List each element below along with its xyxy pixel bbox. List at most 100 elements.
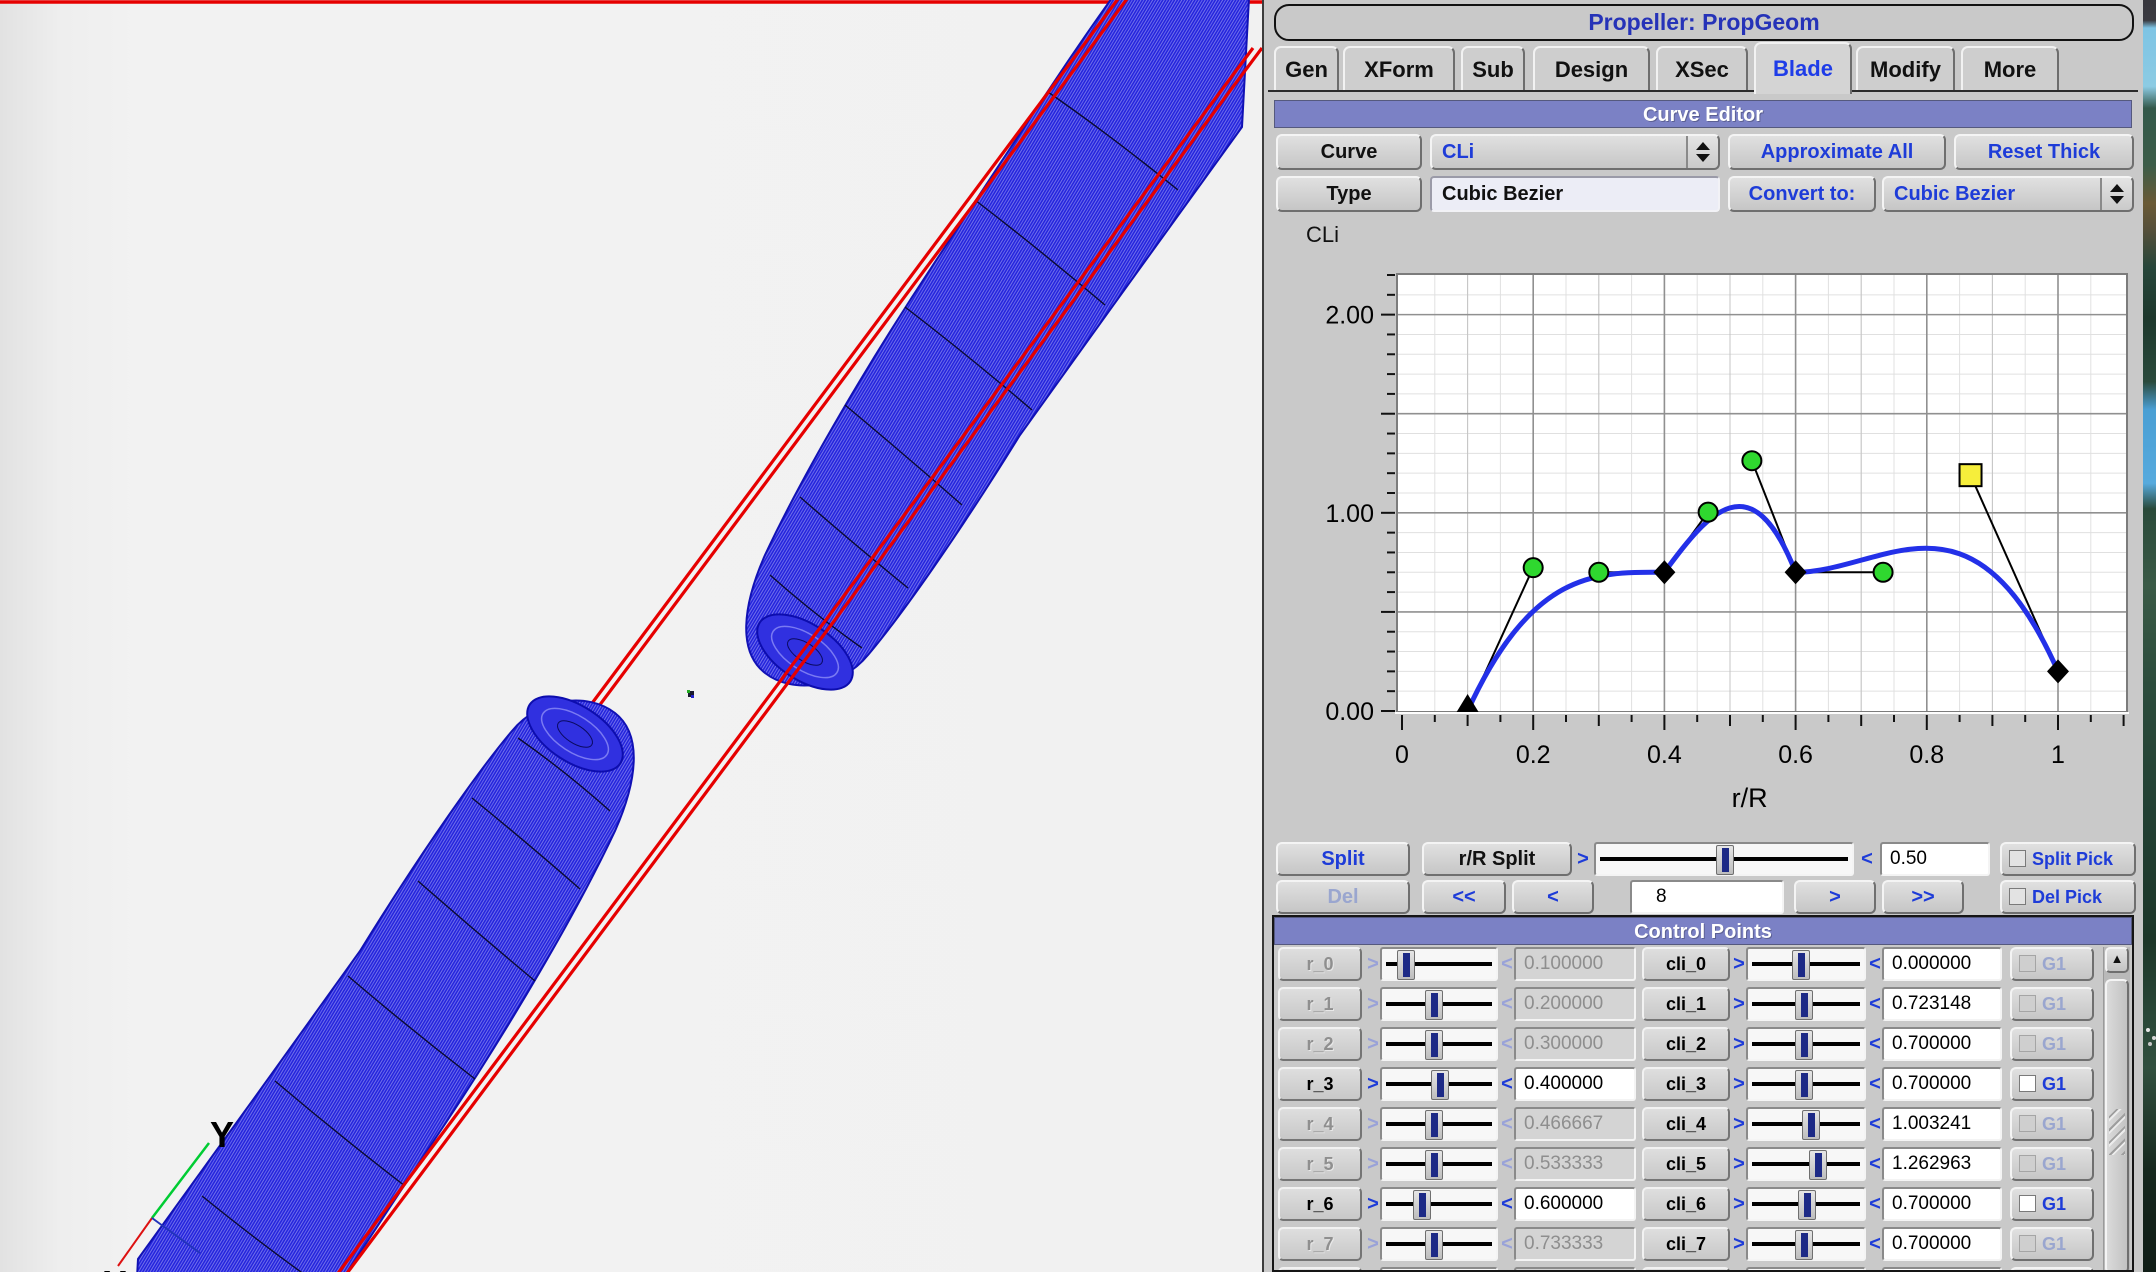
r-slider[interactable] — [1380, 1147, 1498, 1181]
slider-left-arrow-icon[interactable]: > — [1732, 1187, 1746, 1221]
curve-select-spinner[interactable] — [1686, 136, 1718, 168]
cli-value-field[interactable] — [1882, 1267, 2002, 1272]
r-slider[interactable] — [1380, 1187, 1498, 1221]
cli-label-button[interactable]: cli_6 — [1642, 1187, 1730, 1221]
r-slider-handle[interactable] — [1431, 1070, 1449, 1100]
first-point-button[interactable]: << — [1422, 880, 1506, 914]
cli-value-field[interactable]: 0.000000 — [1882, 947, 2002, 981]
r-label-button[interactable]: r_5 — [1278, 1147, 1362, 1181]
slider-right-arrow-icon[interactable]: < — [1500, 1067, 1514, 1101]
tab-xsec[interactable]: XSec — [1656, 46, 1748, 90]
control-point-circle[interactable] — [1742, 451, 1761, 470]
point-index-field[interactable]: 8 — [1630, 880, 1784, 914]
approximate-all-button[interactable]: Approximate All — [1728, 134, 1946, 170]
r-slider-handle[interactable] — [1425, 1030, 1443, 1060]
r-slider-handle[interactable] — [1425, 1150, 1443, 1180]
slider-right-arrow-icon[interactable]: < — [1868, 1107, 1882, 1141]
slider-left-arrow-icon[interactable]: > — [1732, 1227, 1746, 1261]
cli-value-field[interactable]: 1.262963 — [1882, 1147, 2002, 1181]
r-slider[interactable] — [1380, 1067, 1498, 1101]
tab-sub[interactable]: Sub — [1461, 46, 1525, 90]
cli-value-field[interactable]: 0.723148 — [1882, 987, 2002, 1021]
cli-label-button[interactable]: cli_0 — [1642, 947, 1730, 981]
control-points-scrollbar[interactable]: ▲ — [2103, 947, 2130, 1270]
cli-slider[interactable] — [1746, 1147, 1866, 1181]
r-slider[interactable] — [1380, 947, 1498, 981]
slider-left-arrow-icon[interactable]: > — [1732, 1027, 1746, 1061]
r-slider[interactable] — [1380, 987, 1498, 1021]
cli-value-field[interactable]: 0.700000 — [1882, 1187, 2002, 1221]
r-value-field[interactable]: 0.400000 — [1514, 1067, 1636, 1101]
r-slider[interactable] — [1380, 1107, 1498, 1141]
r-slider-handle[interactable] — [1397, 950, 1415, 980]
slider-right-arrow-icon[interactable]: < — [1868, 1027, 1882, 1061]
cli-value-field[interactable]: 0.700000 — [1882, 1067, 2002, 1101]
cli-label-button[interactable] — [1642, 1267, 1730, 1272]
r-label-button[interactable]: r_2 — [1278, 1027, 1362, 1061]
cli-slider-handle[interactable] — [1798, 1190, 1816, 1220]
checkbox-icon[interactable] — [2019, 1075, 2036, 1092]
cli-slider-handle[interactable] — [1802, 1110, 1820, 1140]
slider-left-arrow-icon[interactable]: > — [1732, 1107, 1746, 1141]
cli-slider[interactable] — [1746, 1107, 1866, 1141]
next-point-button[interactable]: > — [1794, 880, 1876, 914]
tab-modify[interactable]: Modify — [1856, 46, 1955, 90]
control-point-circle[interactable] — [1874, 563, 1893, 582]
split-button[interactable]: Split — [1276, 842, 1410, 876]
cli-slider-handle[interactable] — [1795, 1230, 1813, 1260]
slider-right-arrow-icon[interactable]: < — [1868, 1147, 1882, 1181]
curve-button[interactable]: Curve — [1276, 134, 1422, 170]
slider-left-arrow-icon[interactable]: > — [1732, 1147, 1746, 1181]
cli-label-button[interactable]: cli_1 — [1642, 987, 1730, 1021]
rr-split-slider-handle[interactable] — [1716, 845, 1734, 875]
r-label-button[interactable]: r_0 — [1278, 947, 1362, 981]
cli-value-field[interactable]: 0.700000 — [1882, 1227, 2002, 1261]
cli-slider[interactable] — [1746, 1227, 1866, 1261]
r-slider-handle[interactable] — [1413, 1190, 1431, 1220]
cli-slider[interactable] — [1746, 947, 1866, 981]
slider-left-arrow-icon[interactable]: > — [1576, 842, 1590, 876]
selected-point-square[interactable] — [1960, 464, 1982, 486]
prev-point-button[interactable]: < — [1512, 880, 1594, 914]
slider-left-arrow-icon[interactable]: > — [1366, 1187, 1380, 1221]
slider-right-arrow-icon[interactable]: < — [1868, 987, 1882, 1021]
r-label-button[interactable]: r_7 — [1278, 1227, 1362, 1261]
g1-checkbox[interactable]: G1 — [2010, 1187, 2094, 1221]
cli-label-button[interactable]: cli_3 — [1642, 1067, 1730, 1101]
r-slider-handle[interactable] — [1425, 1230, 1443, 1260]
slider-right-arrow-icon[interactable]: < — [1868, 1267, 1882, 1272]
cli-slider-handle[interactable] — [1795, 1070, 1813, 1100]
cli-value-field[interactable]: 1.003241 — [1882, 1107, 2002, 1141]
r-slider[interactable] — [1380, 1027, 1498, 1061]
cli-label-button[interactable]: cli_7 — [1642, 1227, 1730, 1261]
slider-left-arrow-icon[interactable]: > — [1732, 987, 1746, 1021]
cli-label-button[interactable]: cli_5 — [1642, 1147, 1730, 1181]
checkbox-icon[interactable] — [2009, 888, 2026, 905]
slider-right-arrow-icon[interactable]: < — [1860, 842, 1874, 876]
r-slider[interactable] — [1380, 1227, 1498, 1261]
split-value-field[interactable]: 0.50 — [1880, 842, 1990, 876]
rr-split-slider[interactable] — [1594, 842, 1854, 876]
slider-right-arrow-icon[interactable]: < — [1868, 1067, 1882, 1101]
r-label-button[interactable]: r_1 — [1278, 987, 1362, 1021]
cli-slider[interactable] — [1746, 1267, 1866, 1272]
cli-label-button[interactable]: cli_2 — [1642, 1027, 1730, 1061]
cli-slider-handle[interactable] — [1795, 990, 1813, 1020]
r-label-button[interactable]: r_6 — [1278, 1187, 1362, 1221]
tab-gen[interactable]: Gen — [1274, 46, 1339, 90]
r-label-button[interactable] — [1278, 1267, 1362, 1272]
del-pick-checkbox[interactable]: Del Pick — [2000, 880, 2136, 914]
cli-slider[interactable] — [1746, 1027, 1866, 1061]
scrollbar-up-icon[interactable]: ▲ — [2105, 947, 2129, 973]
r-label-button[interactable]: r_4 — [1278, 1107, 1362, 1141]
checkbox-icon[interactable] — [2009, 850, 2026, 867]
slider-left-arrow-icon[interactable]: > — [1366, 1067, 1380, 1101]
rr-split-button[interactable]: r/R Split — [1422, 842, 1572, 876]
reset-thick-button[interactable]: Reset Thick — [1954, 134, 2134, 170]
slider-left-arrow-icon[interactable]: > — [1732, 1067, 1746, 1101]
cli-value-field[interactable]: 0.700000 — [1882, 1027, 2002, 1061]
tab-design[interactable]: Design — [1533, 46, 1650, 90]
tab-blade[interactable]: Blade — [1754, 42, 1852, 94]
tab-more[interactable]: More — [1961, 46, 2059, 90]
tab-xform[interactable]: XForm — [1343, 46, 1455, 90]
